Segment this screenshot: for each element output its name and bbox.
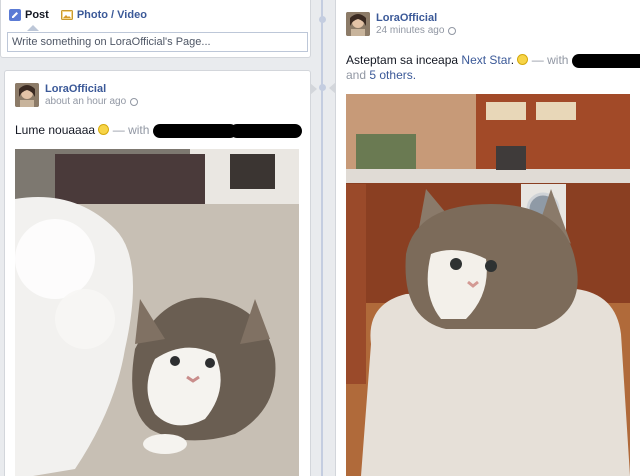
timeline-dot xyxy=(319,84,326,91)
tab-post[interactable]: Post xyxy=(9,9,49,21)
redacted-tag xyxy=(152,123,237,138)
composer: Post Photo / Video Write something on Lo… xyxy=(0,0,311,58)
post-meta: 24 minutes ago xyxy=(376,25,457,37)
post-connector-arrow xyxy=(329,82,336,94)
right-post: LoraOfficial 24 minutes ago Asteptam sa … xyxy=(329,0,640,476)
with-label: — with xyxy=(112,123,150,137)
others-link[interactable]: 5 others. xyxy=(369,68,416,82)
photo-video-icon xyxy=(60,9,73,21)
post-header: LoraOfficial about an hour ago xyxy=(15,83,139,108)
post-photo-kitten[interactable] xyxy=(15,149,299,476)
left-post: LoraOfficial about an hour ago Lume noua… xyxy=(4,70,317,476)
globe-icon xyxy=(130,98,139,106)
tab-photo-video[interactable]: Photo / Video xyxy=(60,9,147,21)
globe-icon xyxy=(448,27,457,35)
timeline-dot xyxy=(319,16,326,23)
smiley-icon xyxy=(98,124,110,135)
next-star-link[interactable]: Next Star xyxy=(461,53,510,67)
post-icon xyxy=(9,9,21,21)
redacted-tag xyxy=(571,53,640,68)
post-author[interactable]: LoraOfficial xyxy=(45,83,138,96)
timeline-spine xyxy=(321,0,323,476)
post-text: Asteptam sa inceapa Next Star. — with xyxy=(346,52,640,68)
smiley-icon xyxy=(517,54,529,65)
post-message: Asteptam sa inceapa xyxy=(346,53,459,67)
post-meta: about an hour ago xyxy=(45,96,139,108)
composer-input[interactable]: Write something on LoraOfficial's Page..… xyxy=(7,32,308,52)
post-text-line2: and 5 others. xyxy=(346,67,416,83)
avatar[interactable] xyxy=(346,12,370,36)
post-header: LoraOfficial 24 minutes ago xyxy=(346,12,457,37)
post-timestamp[interactable]: 24 minutes ago xyxy=(376,25,444,37)
post-text: Lume nouaaaa — with xyxy=(15,122,303,138)
and-label: and xyxy=(346,68,367,82)
post-message: Lume nouaaaa xyxy=(15,123,96,137)
tab-photo-video-label: Photo / Video xyxy=(76,9,147,21)
active-tab-caret xyxy=(27,25,39,31)
with-label: — with xyxy=(531,53,569,67)
tab-post-label: Post xyxy=(25,9,49,21)
post-connector-arrow xyxy=(310,83,317,95)
post-author[interactable]: LoraOfficial xyxy=(376,12,456,25)
redacted-tag xyxy=(230,123,303,138)
composer-tabs: Post Photo / Video xyxy=(1,0,310,30)
post-timestamp[interactable]: about an hour ago xyxy=(45,96,126,108)
post-photo-kitten[interactable] xyxy=(346,94,630,476)
avatar[interactable] xyxy=(15,83,39,107)
